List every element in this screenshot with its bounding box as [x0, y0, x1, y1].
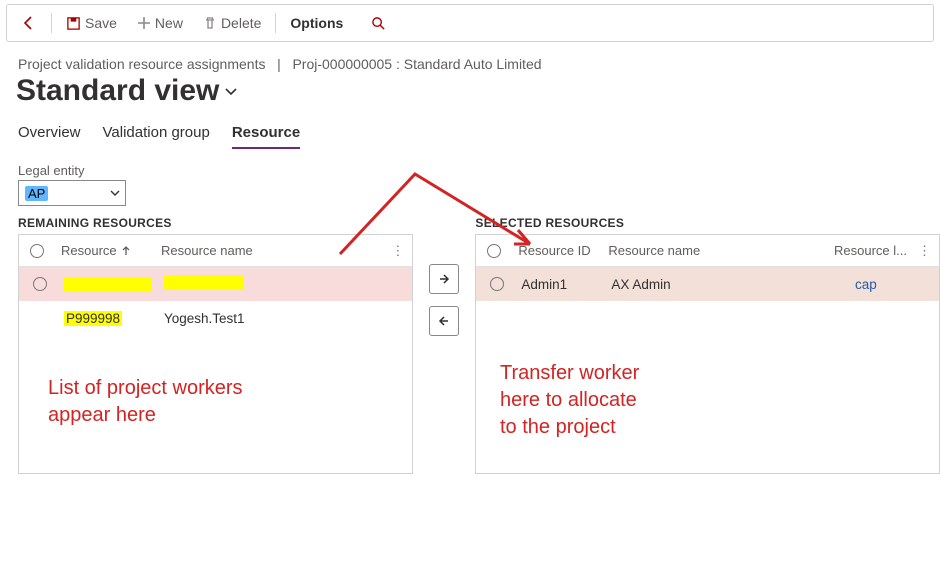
row0-name: AX Admin — [605, 277, 849, 292]
col-resource-id[interactable]: Resource ID — [512, 243, 602, 258]
legal-entity-value: AP — [25, 186, 48, 201]
row0-legal: cap — [849, 277, 939, 292]
tab-validation-group[interactable]: Validation group — [103, 124, 210, 149]
options-button[interactable]: Options — [282, 11, 351, 35]
plus-icon — [137, 16, 151, 30]
row1-resource-highlight: P999998 — [64, 311, 122, 326]
grid-more-icon[interactable]: ⋮ — [918, 243, 931, 259]
search-icon — [371, 16, 386, 31]
move-right-button[interactable] — [429, 264, 459, 294]
remaining-title: REMAINING RESOURCES — [18, 216, 413, 230]
arrow-left-icon — [21, 15, 37, 31]
panels: REMAINING RESOURCES Resource Resource na… — [18, 216, 940, 474]
toolbar: Save New Delete Options — [6, 4, 934, 42]
row1-name: Yogesh.Test1 — [158, 311, 412, 326]
breadcrumb-page: Project validation resource assignments — [18, 56, 265, 72]
redacted-resource — [64, 277, 152, 292]
redacted-name — [164, 275, 244, 290]
legal-entity-field: Legal entity AP — [18, 163, 940, 206]
selected-header: Resource ID Resource name Resource l... … — [476, 235, 939, 267]
col-resource-name[interactable]: Resource name — [155, 243, 391, 258]
col-resource-name[interactable]: Resource name — [602, 243, 828, 258]
row-radio[interactable] — [33, 277, 47, 291]
separator — [51, 13, 52, 33]
move-left-button[interactable] — [429, 306, 459, 336]
table-row[interactable]: P999998 Yogesh.Test1 — [19, 301, 412, 335]
col-resource[interactable]: Resource — [55, 243, 155, 258]
arrow-right-icon — [436, 271, 452, 287]
remaining-grid: Resource Resource name ⋮ P999998 Yogesh.… — [18, 234, 413, 474]
tab-overview[interactable]: Overview — [18, 124, 81, 149]
new-button[interactable]: New — [129, 11, 191, 35]
separator — [275, 13, 276, 33]
row-radio[interactable] — [490, 277, 504, 291]
selected-title: SELECTED RESOURCES — [475, 216, 940, 230]
table-row[interactable]: Admin1 AX Admin cap — [476, 267, 939, 301]
tab-resource[interactable]: Resource — [232, 124, 300, 149]
sort-asc-icon — [121, 246, 131, 256]
table-row[interactable] — [19, 267, 412, 301]
tabs: Overview Validation group Resource — [18, 124, 940, 149]
selected-grid: Resource ID Resource name Resource l... … — [475, 234, 940, 474]
breadcrumb: Project validation resource assignments … — [18, 56, 940, 72]
search-button[interactable] — [363, 12, 394, 35]
save-button[interactable]: Save — [58, 11, 125, 35]
new-label: New — [155, 15, 183, 31]
grid-more-icon[interactable]: ⋮ — [391, 243, 404, 259]
save-label: Save — [85, 15, 117, 31]
breadcrumb-context: Proj-000000005 : Standard Auto Limited — [292, 56, 541, 72]
options-label: Options — [290, 15, 343, 31]
legal-entity-label: Legal entity — [18, 163, 940, 178]
row0-rid: Admin1 — [515, 277, 605, 292]
remaining-header: Resource Resource name ⋮ — [19, 235, 412, 267]
view-title[interactable]: Standard view — [16, 74, 940, 108]
remaining-panel: REMAINING RESOURCES Resource Resource na… — [18, 216, 413, 474]
transfer-controls — [429, 264, 459, 474]
delete-label: Delete — [221, 15, 261, 31]
select-all[interactable] — [476, 244, 512, 258]
select-all[interactable] — [19, 244, 55, 258]
selected-panel: SELECTED RESOURCES Resource ID Resource … — [475, 216, 940, 474]
chevron-down-icon — [223, 83, 239, 99]
chevron-down-icon — [109, 187, 121, 199]
legal-entity-combo[interactable]: AP — [18, 180, 126, 206]
view-title-text: Standard view — [16, 74, 219, 108]
arrow-left-icon — [436, 313, 452, 329]
col-resource-legal[interactable]: Resource l... — [828, 243, 918, 258]
save-icon — [66, 16, 81, 31]
delete-button[interactable]: Delete — [195, 11, 269, 35]
back-button[interactable] — [13, 11, 45, 35]
trash-icon — [203, 16, 217, 30]
